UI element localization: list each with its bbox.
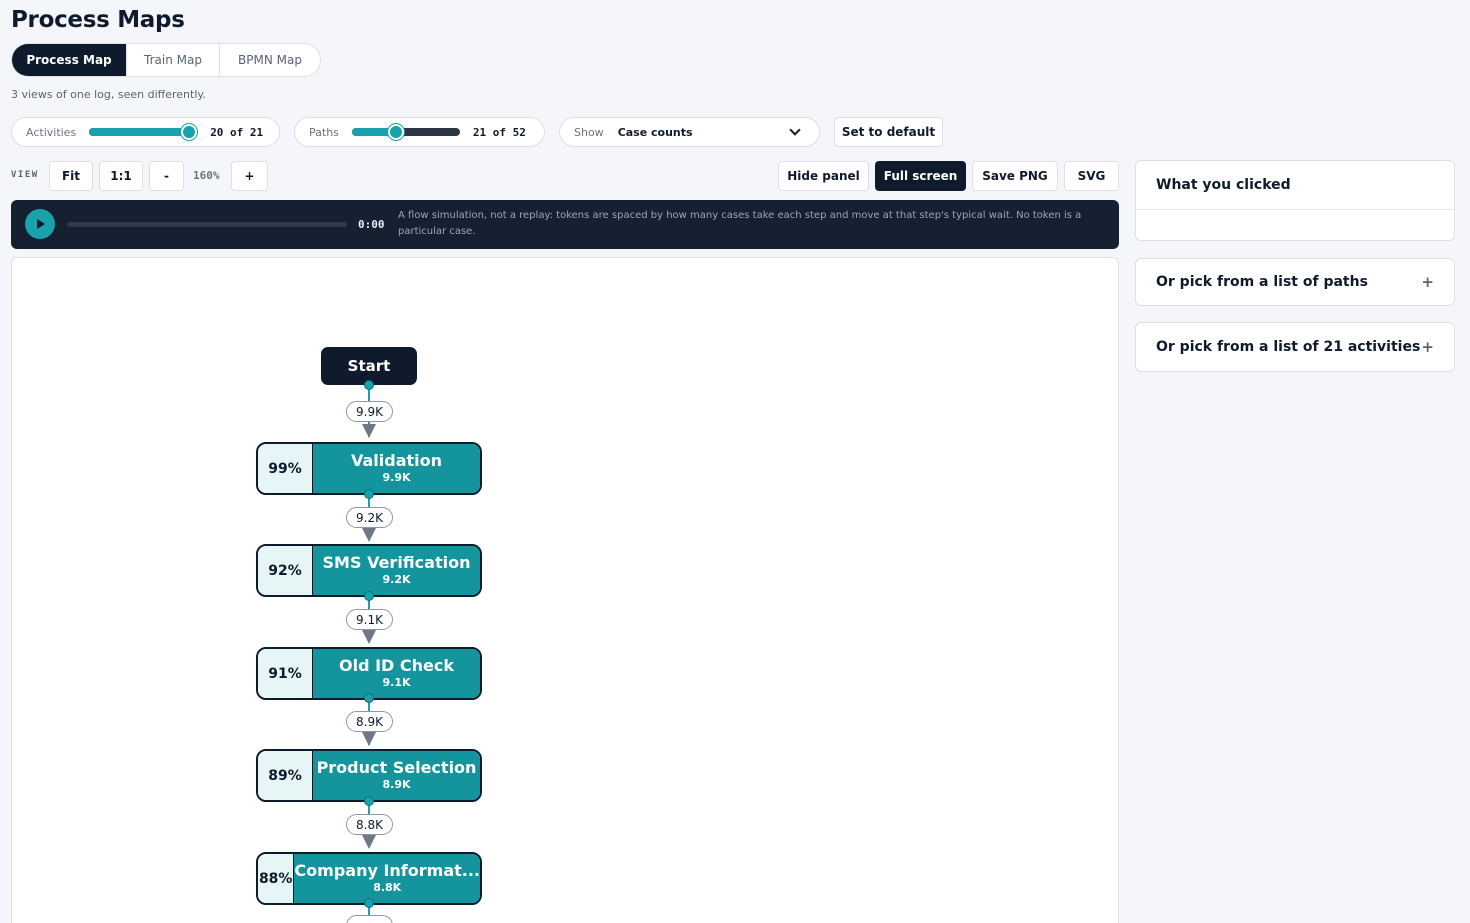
- process-map-canvas[interactable]: Start 9.9K 99% Validation 9.9K 9.2K 92% …: [11, 257, 1119, 923]
- playback-scrubber[interactable]: [67, 222, 347, 227]
- edge-source-dot: [364, 796, 374, 806]
- activity-node-product-selection[interactable]: 89% Product Selection 8.9K: [256, 749, 482, 802]
- actual-size-button[interactable]: 1:1: [99, 161, 143, 191]
- edge-label-partial[interactable]: [346, 915, 393, 923]
- paths-slider-handle[interactable]: [387, 124, 404, 140]
- activity-count: 9.9K: [382, 471, 411, 484]
- clicked-panel-title: What you clicked: [1136, 161, 1454, 210]
- activities-list-title: Or pick from a list of 21 activities: [1156, 339, 1421, 355]
- activities-slider[interactable]: [89, 124, 198, 140]
- simulation-player: 0:00 A flow simulation, not a replay: to…: [11, 200, 1119, 249]
- edge-source-dot: [364, 380, 374, 390]
- activity-name: Company Informat...: [294, 861, 480, 880]
- activity-name: Product Selection: [316, 758, 477, 777]
- paths-list-panel[interactable]: Or pick from a list of paths +: [1135, 258, 1455, 306]
- activity-name: Validation: [350, 451, 443, 470]
- arrow-down-icon: [362, 424, 376, 438]
- tab-bpmn-map[interactable]: BPMN Map: [219, 44, 320, 76]
- edge-source-dot: [364, 591, 374, 601]
- play-button[interactable]: [25, 209, 55, 239]
- expand-plus-icon[interactable]: +: [1421, 273, 1434, 291]
- edge-label[interactable]: 9.9K: [346, 401, 393, 422]
- tab-process-map[interactable]: Process Map: [12, 44, 126, 76]
- save-png-button[interactable]: Save PNG: [972, 161, 1058, 191]
- full-screen-button[interactable]: Full screen: [875, 161, 966, 191]
- set-default-button[interactable]: Set to default: [834, 117, 943, 147]
- view-label: VIEW: [11, 170, 39, 180]
- activities-filter-value: 20 of 21: [210, 125, 264, 139]
- edge-label[interactable]: 9.2K: [346, 507, 393, 528]
- activity-name: Old ID Check: [338, 656, 455, 675]
- activities-slider-fill: [89, 128, 193, 136]
- activities-filter: Activities 20 of 21: [11, 117, 280, 147]
- show-select[interactable]: Show Case counts: [559, 117, 820, 147]
- activity-name: SMS Verification: [322, 553, 471, 572]
- zoom-in-button[interactable]: +: [231, 161, 268, 191]
- paths-filter-label: Paths: [309, 125, 339, 139]
- activity-count: 8.9K: [382, 778, 411, 791]
- activity-count: 8.8K: [373, 881, 402, 894]
- clicked-details-panel: What you clicked: [1135, 160, 1455, 241]
- zoom-out-button[interactable]: -: [149, 161, 184, 191]
- hide-panel-button[interactable]: Hide panel: [778, 161, 869, 191]
- activity-node-sms-verification[interactable]: 92% SMS Verification 9.2K: [256, 544, 482, 597]
- page-title: Process Maps: [11, 7, 185, 33]
- activities-filter-label: Activities: [26, 125, 77, 139]
- activity-coverage: 99%: [258, 444, 313, 493]
- activity-count: 9.2K: [382, 573, 411, 586]
- activity-coverage: 89%: [258, 751, 313, 800]
- save-svg-button[interactable]: SVG: [1064, 161, 1119, 191]
- edge-label[interactable]: 8.9K: [346, 711, 393, 732]
- activity-coverage: 88%: [258, 854, 295, 903]
- paths-slider[interactable]: [351, 124, 460, 140]
- tab-train-map[interactable]: Train Map: [126, 44, 219, 76]
- show-select-value: Case counts: [617, 125, 693, 139]
- page-subtitle: 3 views of one log, seen differently.: [11, 88, 206, 101]
- play-icon: [37, 219, 45, 229]
- paths-list-title: Or pick from a list of paths: [1156, 274, 1368, 290]
- fit-button[interactable]: Fit: [49, 161, 93, 191]
- view-tabs: Process Map Train Map BPMN Map: [11, 43, 321, 77]
- expand-plus-icon[interactable]: +: [1421, 338, 1434, 356]
- arrow-down-icon: [362, 835, 376, 849]
- activity-coverage: 92%: [258, 546, 313, 595]
- edge-source-dot: [364, 489, 374, 499]
- activities-slider-handle[interactable]: [181, 124, 198, 140]
- clicked-panel-title-text: What you clicked: [1156, 177, 1291, 193]
- activity-node-validation[interactable]: 99% Validation 9.9K: [256, 442, 482, 495]
- edge-source-dot: [364, 898, 374, 908]
- arrow-down-icon: [362, 732, 376, 746]
- paths-filter-value: 21 of 52: [472, 125, 526, 139]
- activity-coverage: 91%: [258, 649, 313, 698]
- show-select-label: Show: [574, 125, 604, 139]
- arrow-down-icon: [362, 528, 376, 542]
- chevron-down-icon: [789, 124, 801, 136]
- edge-label[interactable]: 8.8K: [346, 814, 393, 835]
- paths-filter: Paths 21 of 52: [294, 117, 545, 147]
- simulation-note: A flow simulation, not a replay: tokens …: [398, 210, 1082, 237]
- playback-time: 0:00: [358, 218, 385, 231]
- activity-count: 9.1K: [382, 676, 411, 689]
- arrow-down-icon: [362, 630, 376, 644]
- zoom-level: 160%: [193, 169, 220, 182]
- edge-label[interactable]: 9.1K: [346, 609, 393, 630]
- activities-list-panel[interactable]: Or pick from a list of 21 activities +: [1135, 322, 1455, 372]
- edge-source-dot: [364, 693, 374, 703]
